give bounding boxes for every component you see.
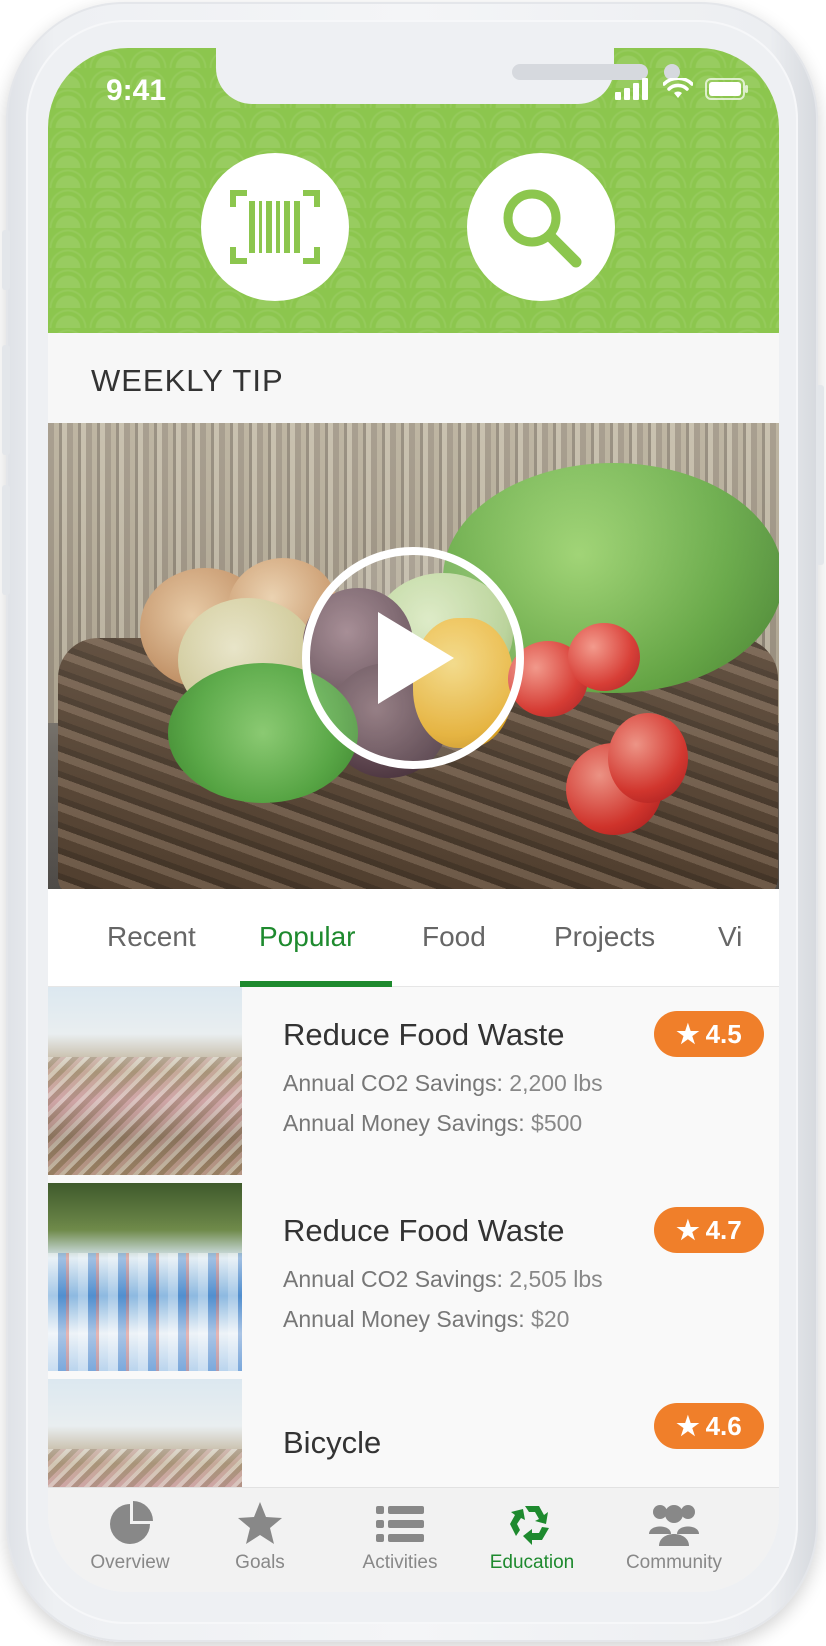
thumb-debris xyxy=(48,1449,242,1487)
status-time: 9:41 xyxy=(106,74,167,107)
nav-label: Community xyxy=(625,1552,723,1573)
co2-label: Annual CO2 Savings: xyxy=(283,1070,503,1096)
thumb-bottles xyxy=(48,1253,242,1371)
star-icon: ★ xyxy=(676,1214,700,1245)
nav-activities[interactable]: Activities xyxy=(350,1488,450,1592)
rating-value: 4.5 xyxy=(705,1018,742,1049)
star-icon xyxy=(238,1502,282,1544)
recycle-icon xyxy=(510,1506,549,1545)
tab-popular[interactable]: Popular xyxy=(259,889,356,987)
item-thumbnail-landfill xyxy=(48,1379,242,1487)
rating-badge: ★ 4.5 xyxy=(654,1011,764,1057)
side-button-left xyxy=(2,345,10,455)
item-title: Reduce Food Waste xyxy=(283,1017,565,1052)
star-icon: ★ xyxy=(676,1410,700,1441)
barcode-scan-icon xyxy=(230,190,320,264)
nav-label: Activities xyxy=(362,1552,438,1573)
tips-list: Reduce Food Waste Annual CO2 Savings: 2,… xyxy=(48,987,779,1487)
tab-projects[interactable]: Projects xyxy=(554,889,655,987)
side-button-right xyxy=(816,385,824,565)
weekly-tip-heading: WEEKLY TIP xyxy=(48,333,779,423)
side-button-left xyxy=(2,230,10,290)
people-icon xyxy=(649,1505,699,1546)
weekly-tip-video[interactable] xyxy=(48,423,779,889)
device-notch xyxy=(216,48,680,104)
app-screen: 9:41 WEEKLY TIP Recent Popular Food Proj… xyxy=(48,48,779,1592)
status-icons xyxy=(615,78,749,100)
list-item[interactable]: Reduce Food Waste Annual CO2 Savings: 2,… xyxy=(48,987,779,1175)
item-thumbnail-landfill xyxy=(48,987,242,1175)
nav-overview[interactable]: Overview xyxy=(78,1488,182,1592)
rating-value: 4.6 xyxy=(705,1410,742,1441)
search-icon xyxy=(503,189,582,268)
signal-icon xyxy=(615,78,648,100)
nav-community[interactable]: Community xyxy=(614,1488,734,1592)
money-value: $500 xyxy=(531,1110,583,1136)
play-icon xyxy=(378,612,454,704)
list-item[interactable]: Bicycle ★ 4.6 xyxy=(48,1379,779,1487)
list-item[interactable]: Reduce Food Waste Annual CO2 Savings: 2,… xyxy=(48,1183,779,1371)
wifi-icon xyxy=(663,78,693,98)
item-co2-savings: Annual CO2 Savings: 2,200 lbs xyxy=(283,1070,603,1097)
co2-value: 2,200 lbs xyxy=(509,1070,603,1096)
money-label: Annual Money Savings: xyxy=(283,1306,525,1332)
money-label: Annual Money Savings: xyxy=(283,1110,525,1136)
tab-recent[interactable]: Recent xyxy=(107,889,196,987)
item-thumbnail-plastic-bottles xyxy=(48,1183,242,1371)
list-icon xyxy=(376,1506,424,1542)
item-money-savings: Annual Money Savings: $20 xyxy=(283,1306,569,1333)
star-icon: ★ xyxy=(676,1018,700,1049)
nav-label: Overview xyxy=(90,1552,170,1573)
scan-barcode-button[interactable] xyxy=(201,153,349,301)
play-button[interactable] xyxy=(302,547,524,769)
nav-label: Goals xyxy=(235,1552,285,1573)
rating-badge: ★ 4.7 xyxy=(654,1207,764,1253)
co2-label: Annual CO2 Savings: xyxy=(283,1266,503,1292)
item-money-savings: Annual Money Savings: $500 xyxy=(283,1110,582,1137)
category-tabs: Recent Popular Food Projects Vi xyxy=(48,889,779,987)
item-title: Bicycle xyxy=(283,1425,382,1460)
nav-education[interactable]: Education xyxy=(480,1488,584,1592)
item-co2-savings: Annual CO2 Savings: 2,505 lbs xyxy=(283,1266,603,1293)
rating-badge: ★ 4.6 xyxy=(654,1403,764,1449)
rating-value: 4.7 xyxy=(705,1214,742,1245)
item-title: Reduce Food Waste xyxy=(283,1213,565,1248)
money-value: $20 xyxy=(531,1306,570,1332)
bottom-navigation: Overview Goals Activities Education Comm… xyxy=(48,1487,779,1592)
pie-chart-icon xyxy=(110,1501,153,1544)
nav-goals[interactable]: Goals xyxy=(220,1488,300,1592)
co2-value: 2,505 lbs xyxy=(509,1266,603,1292)
nav-label: Education xyxy=(489,1552,575,1573)
battery-icon xyxy=(705,78,748,100)
thumb-debris xyxy=(48,1057,242,1175)
search-button[interactable] xyxy=(467,153,615,301)
tab-food[interactable]: Food xyxy=(422,889,486,987)
tab-videos[interactable]: Vi xyxy=(718,889,742,987)
app-header: 9:41 xyxy=(48,48,779,333)
side-button-left xyxy=(2,485,10,595)
